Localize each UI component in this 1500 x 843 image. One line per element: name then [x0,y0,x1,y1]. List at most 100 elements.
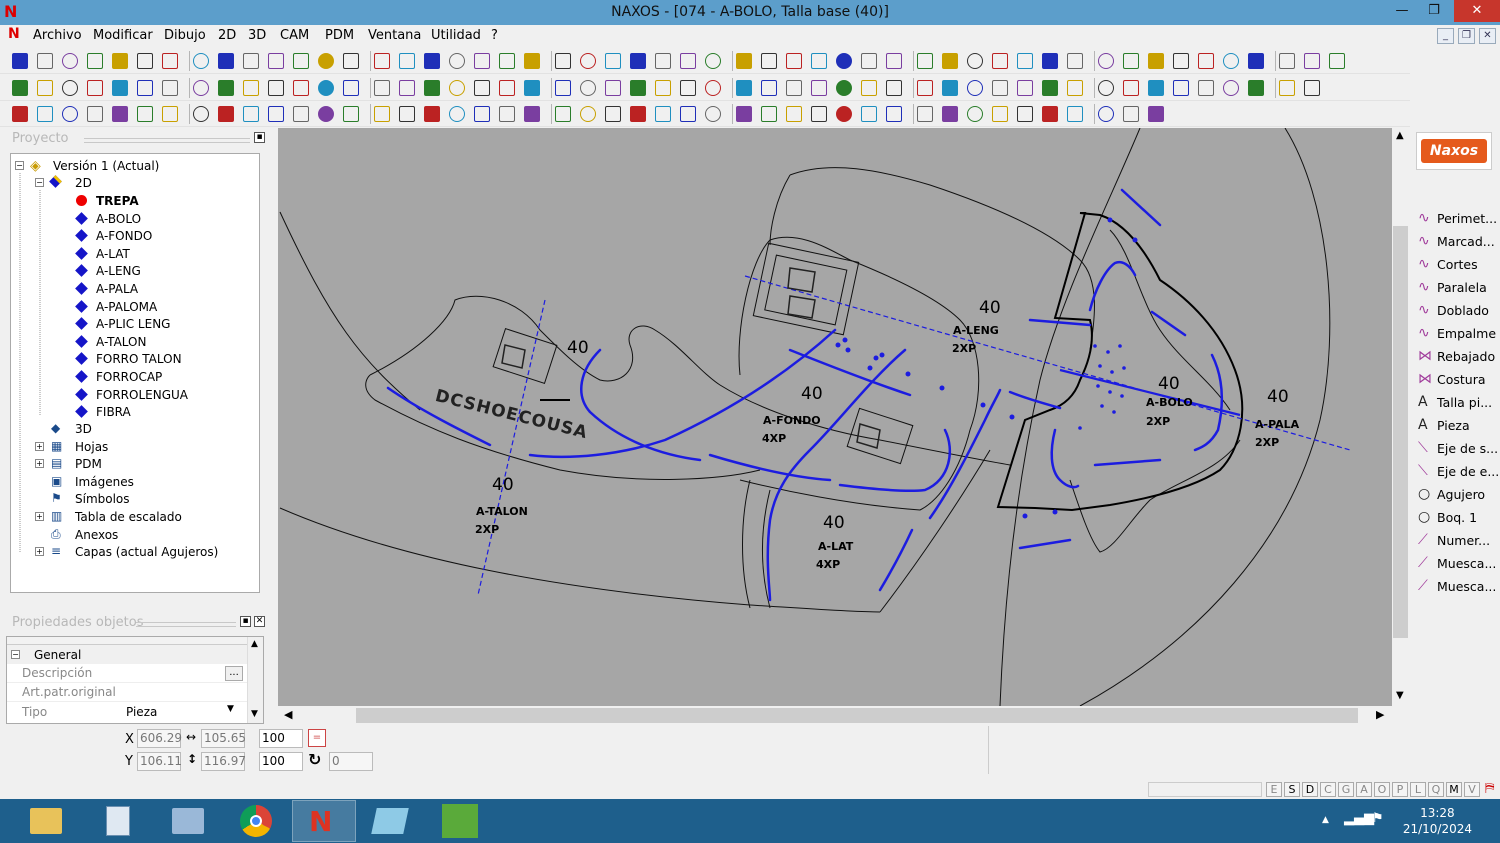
toolbar-tool-icon[interactable] [992,80,1008,96]
status-toggle-o[interactable]: O [1374,782,1390,797]
status-toggle-p[interactable]: P [1392,782,1408,797]
scroll-thumb[interactable] [356,708,1358,723]
toolbar-tool-icon[interactable] [580,106,596,122]
toolbar-tool-icon[interactable] [1279,53,1295,69]
toolbar-tool-icon[interactable] [524,53,540,69]
toolbar-tool-icon[interactable] [1304,53,1320,69]
toolbar-tool-icon[interactable] [605,53,621,69]
mdi-restore-button[interactable]: ❐ [1458,28,1475,44]
tray-chevron-icon[interactable]: ▲ [1322,815,1329,825]
menu-3d[interactable]: 3D [248,28,266,43]
toolbar-tool-icon[interactable] [112,106,128,122]
toolbar-tool-icon[interactable] [499,106,515,122]
tool-marcad-1[interactable]: ∿ Marcad... [1416,231,1500,253]
toolbar-tool-icon[interactable] [1017,106,1033,122]
toolbar-tool-icon[interactable] [399,106,415,122]
toolbar-tool-icon[interactable] [705,53,721,69]
toolbar-tool-icon[interactable] [836,106,852,122]
toolbar-tool-icon[interactable] [193,53,209,69]
toolbar-tool-icon[interactable] [137,106,153,122]
width-field[interactable]: 105.65 [201,729,246,748]
toolbar-tool-icon[interactable] [1042,106,1058,122]
toolbar-tool-icon[interactable] [12,53,28,69]
tool-doblado-4[interactable]: ∿ Doblado [1416,300,1500,322]
toolbar-tool-icon[interactable] [12,106,28,122]
toolbar-tool-icon[interactable] [293,106,309,122]
toolbar-tool-icon[interactable] [12,80,28,96]
toolbar-tool-icon[interactable] [836,80,852,96]
height-field[interactable]: 116.97 [201,752,246,771]
panel-pin-icon[interactable]: ▪ [254,132,265,143]
toolbar-tool-icon[interactable] [786,53,802,69]
maximize-button[interactable]: ❐ [1416,0,1452,22]
toolbar-tool-icon[interactable] [449,53,465,69]
toolbar-tool-icon[interactable] [374,53,390,69]
toolbar-tool-icon[interactable] [449,106,465,122]
toolbar-tool-icon[interactable] [424,53,440,69]
toolbar-tool-icon[interactable] [736,53,752,69]
toolbar-tool-icon[interactable] [62,80,78,96]
toolbar-tool-icon[interactable] [499,80,515,96]
toolbar-tool-icon[interactable] [268,80,284,96]
tool-agujero-12[interactable]: ○ Agujero [1416,484,1500,506]
toolbar-tool-icon[interactable] [811,80,827,96]
toolbar-tool-icon[interactable] [162,53,178,69]
expand-icon[interactable]: + [35,459,44,469]
toolbar-tool-icon[interactable] [761,106,777,122]
toolbar-tool-icon[interactable] [1098,53,1114,69]
toolbar-tool-icon[interactable] [605,106,621,122]
status-toggle-s[interactable]: S [1284,782,1300,797]
toolbar-tool-icon[interactable] [1198,80,1214,96]
toolbar-tool-icon[interactable] [474,53,490,69]
tool-rebajado-6[interactable]: ⋈ Rebajado [1416,346,1500,368]
taskbar-explorer-icon[interactable] [14,800,78,842]
toolbar-tool-icon[interactable] [1067,106,1083,122]
toolbar-tool-icon[interactable] [218,80,234,96]
toolbar-tool-icon[interactable] [992,106,1008,122]
menu-dibujo[interactable]: Dibujo [164,28,206,43]
toolbar-tool-icon[interactable] [87,80,103,96]
status-toggle-a[interactable]: A [1356,782,1372,797]
drawing-canvas[interactable]: DCSHOECOUSA 40 A-LENG 2XP 40 A-FONDO 4XP… [278,128,1392,706]
network-icon[interactable]: ▂▄▆ [1344,811,1374,826]
toolbar-tool-icon[interactable] [1148,53,1164,69]
toolbar-tool-icon[interactable] [137,80,153,96]
tool-numer-14[interactable]: ⟋ Numer... [1416,530,1500,552]
taskbar-chrome-icon[interactable] [224,800,288,842]
toolbar-tool-icon[interactable] [1123,80,1139,96]
tipo-select[interactable]: Pieza [126,705,157,719]
panel-pin-icon[interactable]: ▪ [240,616,251,627]
toolbar-tool-icon[interactable] [1123,106,1139,122]
toolbar-tool-icon[interactable] [399,53,415,69]
toolbar-tool-icon[interactable] [1098,80,1114,96]
menu-pdm[interactable]: PDM [325,28,354,43]
toolbar-tool-icon[interactable] [318,106,334,122]
toolbar-tool-icon[interactable] [37,80,53,96]
horizontal-scrollbar[interactable]: ◀ ▶ [278,706,1392,726]
toolbar-tool-icon[interactable] [193,106,209,122]
prop-art-patr[interactable]: Art.patr.original [7,683,247,702]
toolbar-tool-icon[interactable] [992,53,1008,69]
toolbar-tool-icon[interactable] [761,53,777,69]
toolbar-tool-icon[interactable] [424,80,440,96]
toolbar-tool-icon[interactable] [162,106,178,122]
scale-y-field[interactable]: 100 [259,752,303,771]
toolbar-tool-icon[interactable] [1198,53,1214,69]
tool-pieza-9[interactable]: A Pieza [1416,415,1500,437]
toolbar-tool-icon[interactable] [605,80,621,96]
taskbar-calculator-icon[interactable] [86,800,150,842]
tool-cortes-2[interactable]: ∿ Cortes [1416,254,1500,276]
toolbar-tool-icon[interactable] [87,53,103,69]
status-toggle-v[interactable]: V [1464,782,1480,797]
toolbar-tool-icon[interactable] [580,53,596,69]
toolbar-tool-icon[interactable] [1148,106,1164,122]
toolbar-tool-icon[interactable] [1148,80,1164,96]
rotation-field[interactable]: 0 [329,752,373,771]
toolbar-tool-icon[interactable] [967,80,983,96]
collapse-icon[interactable]: − [15,161,24,170]
mdi-close-button[interactable]: ✕ [1479,28,1496,44]
toolbar-tool-icon[interactable] [293,80,309,96]
toolbar-tool-icon[interactable] [399,80,415,96]
collapse-icon[interactable]: − [35,178,44,187]
tool-boq-1-13[interactable]: ○ Boq. 1 [1416,507,1500,529]
